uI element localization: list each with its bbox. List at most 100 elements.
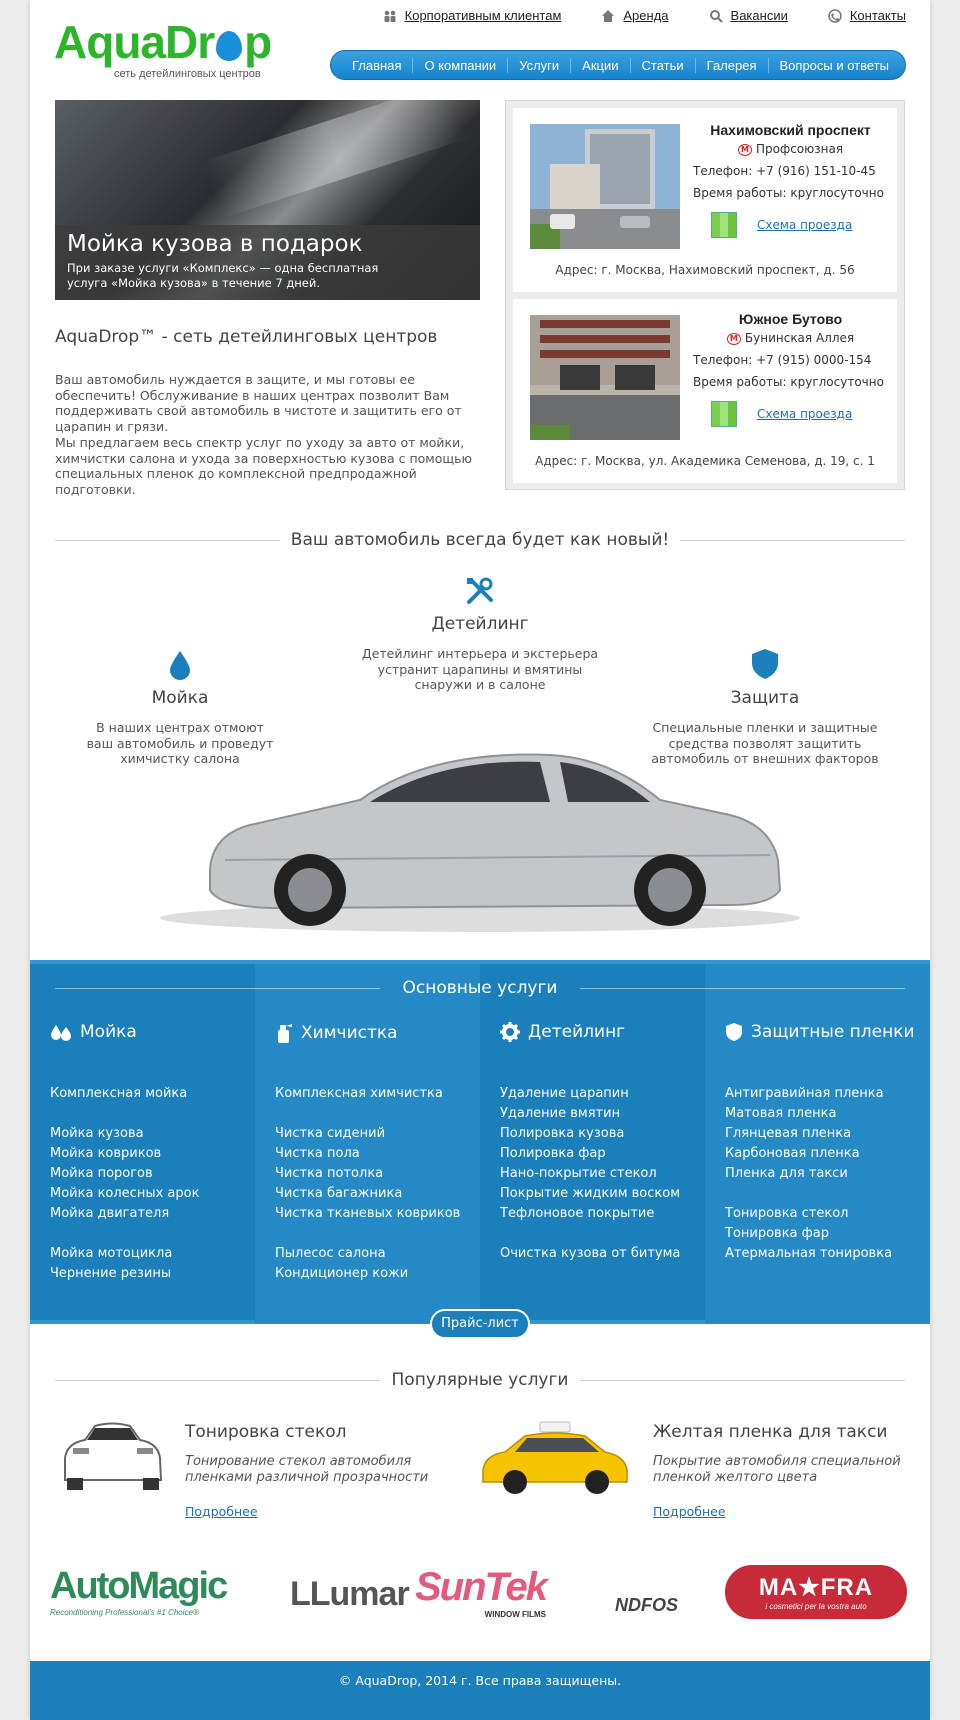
hero-banner[interactable]: Мойка кузова в подарок При заказе услуги…	[55, 100, 480, 300]
service-item[interactable]: Атермальная тонировка	[725, 1244, 892, 1264]
nav-services[interactable]: Услуги	[508, 57, 572, 73]
services-title: Основные услуги	[55, 978, 905, 998]
service-item[interactable]: Чистка потолка	[275, 1164, 460, 1184]
locations-box: Нахимовский проспект M Профсоюзная Телефо…	[505, 100, 905, 490]
location-name: Нахимовский проспект	[710, 122, 871, 138]
route-scheme[interactable]: Схема проезда	[693, 212, 888, 238]
metro-icon: M	[726, 332, 741, 345]
service-item[interactable]: Чистка сидений	[275, 1124, 460, 1144]
service-item[interactable]: Пленка для такси	[725, 1164, 892, 1184]
service-item[interactable]: Антигравийная пленка	[725, 1084, 892, 1104]
automagic-logo[interactable]: AutoMagic Reconditioning Professional's …	[50, 1565, 228, 1617]
route-scheme-link[interactable]: Схема проезда	[757, 407, 852, 421]
service-item[interactable]: Чернение резины	[50, 1264, 199, 1284]
nav-gallery[interactable]: Галерея	[696, 57, 769, 73]
route-scheme[interactable]: Схема проезда	[693, 401, 888, 427]
location-card: Нахимовский проспект M Профсоюзная Телефо…	[513, 108, 897, 292]
popular-item-title: Тонировка стекол	[185, 1422, 347, 1442]
service-item[interactable]: Мойка порогов	[50, 1164, 199, 1184]
popular-item: Желтая пленка для такси Покрытие автомоб…	[653, 1422, 908, 1519]
service-item[interactable]: Комплексная химчистка	[275, 1084, 460, 1104]
service-item[interactable]: Мойка ковриков	[50, 1144, 199, 1164]
contacts-link[interactable]: Контакты	[828, 8, 906, 23]
price-list-button[interactable]: Прайс-лист	[430, 1309, 530, 1339]
service-item	[500, 1224, 680, 1244]
metro-station: M Профсоюзная	[693, 142, 888, 156]
ndfos-logo[interactable]: NDFOS	[615, 1595, 678, 1616]
services-column-title: Детейлинг	[500, 1022, 625, 1042]
more-link[interactable]: Подробнее	[185, 1504, 440, 1519]
service-item[interactable]: Мойка колесных арок	[50, 1184, 199, 1204]
corporate-link[interactable]: Корпоративным клиентам	[383, 8, 561, 23]
water-drop-icon	[170, 651, 190, 680]
service-item[interactable]: Чистка тканевых ковриков	[275, 1204, 460, 1224]
location-card: Южное Бутово M Бунинская Аллея Телефон: +…	[513, 299, 897, 483]
logo[interactable]: AquaDr p сеть детейлинговых центров	[54, 18, 272, 80]
intro-paragraph-1: Ваш автомобиль нуждается в защите, и мы …	[55, 372, 462, 434]
service-item	[725, 1184, 892, 1204]
service-item[interactable]: Комплексная мойка	[50, 1084, 199, 1104]
popular-section-title: Популярные услуги	[55, 1370, 905, 1390]
nav-faq[interactable]: Вопросы и ответы	[769, 58, 900, 73]
footer: © AquaDrop, 2014 г. Все права защищены.	[30, 1661, 930, 1720]
more-link[interactable]: Подробнее	[653, 1504, 908, 1519]
service-item[interactable]: Тефлоновое покрытие	[500, 1204, 680, 1224]
metro-icon: M	[737, 143, 752, 156]
phone-icon	[828, 8, 842, 23]
service-item[interactable]: Покрытие жидким воском	[500, 1184, 680, 1204]
suntek-logo[interactable]: SunTek WINDOW FILMS	[415, 1565, 548, 1619]
nav-promotions[interactable]: Акции	[571, 57, 631, 73]
shield-icon	[726, 1023, 742, 1041]
service-item[interactable]: Глянцевая пленка	[725, 1124, 892, 1144]
service-item	[50, 1104, 199, 1124]
location-hours: Время работы: круглосуточно	[693, 186, 884, 200]
service-item[interactable]: Очистка кузова от битума	[500, 1244, 680, 1264]
location-phone: Телефон: +7 (915) 0000-154	[693, 353, 872, 367]
popular-item-title: Желтая пленка для такси	[653, 1422, 888, 1442]
metro-station: M Бунинская Аллея	[693, 331, 888, 345]
services-column-title: Мойка	[50, 1022, 137, 1042]
service-item[interactable]: Пылесос салона	[275, 1244, 460, 1264]
main-nav: Главная О компании Услуги Акции Статьи Г…	[330, 50, 906, 80]
service-item[interactable]: Карбоновая пленка	[725, 1144, 892, 1164]
services-list: Комплексная химчистка Чистка сидений Чис…	[275, 1084, 460, 1284]
service-item[interactable]: Удаление царапин	[500, 1084, 680, 1104]
service-item[interactable]: Чистка пола	[275, 1144, 460, 1164]
service-item[interactable]: Мойка двигателя	[50, 1204, 199, 1224]
popular-item: Тонировка стекол Тонирование стекол авто…	[185, 1422, 440, 1519]
nav-about[interactable]: О компании	[413, 57, 509, 73]
car-image	[160, 753, 800, 932]
service-item[interactable]: Тонировка стекол	[725, 1204, 892, 1224]
service-item[interactable]: Мойка кузова	[50, 1124, 199, 1144]
taxi-car-image	[482, 1421, 628, 1494]
mafra-logo[interactable]: MA★FRA i cosmetici per la vostra auto	[725, 1565, 907, 1619]
route-scheme-link[interactable]: Схема проезда	[757, 218, 852, 232]
llumar-logo[interactable]: LLumar	[290, 1575, 410, 1614]
page: AquaDr p сеть детейлинговых центров Корпо…	[30, 0, 930, 1720]
water-drops-icon	[51, 1025, 71, 1041]
service-item[interactable]: Мойка мотоцикла	[50, 1244, 199, 1264]
gear-icon	[500, 1022, 520, 1042]
location-photo	[530, 315, 680, 440]
service-item[interactable]: Полировка кузова	[500, 1124, 680, 1144]
nav-home[interactable]: Главная	[341, 57, 414, 73]
services-column: Мойка Комплексная мойка Мойка кузова Мой…	[30, 964, 255, 1324]
vacancies-link[interactable]: Вакансии	[709, 8, 788, 23]
service-item[interactable]: Тонировка фар	[725, 1224, 892, 1244]
service-item	[50, 1224, 199, 1244]
logo-subtitle: сеть детейлинговых центров	[114, 68, 261, 80]
rent-link[interactable]: Аренда	[601, 8, 669, 23]
service-item[interactable]: Матовая пленка	[725, 1104, 892, 1124]
service-item[interactable]: Полировка фар	[500, 1144, 680, 1164]
feature-title: Мойка	[151, 688, 209, 708]
service-item[interactable]: Удаление вмятин	[500, 1104, 680, 1124]
service-item[interactable]: Чистка багажника	[275, 1184, 460, 1204]
service-item	[275, 1104, 460, 1124]
feature-detailing: Детейлинг Детейлинг интерьера и экстерье…	[360, 576, 600, 693]
map-icon	[711, 401, 737, 427]
service-item[interactable]: Кондиционер кожи	[275, 1264, 460, 1284]
features-section-title: Ваш автомобиль всегда будет как новый!	[55, 530, 905, 550]
nav-articles[interactable]: Статьи	[631, 57, 696, 73]
service-item[interactable]: Нано-покрытие стекол	[500, 1164, 680, 1184]
service-item	[275, 1224, 460, 1244]
